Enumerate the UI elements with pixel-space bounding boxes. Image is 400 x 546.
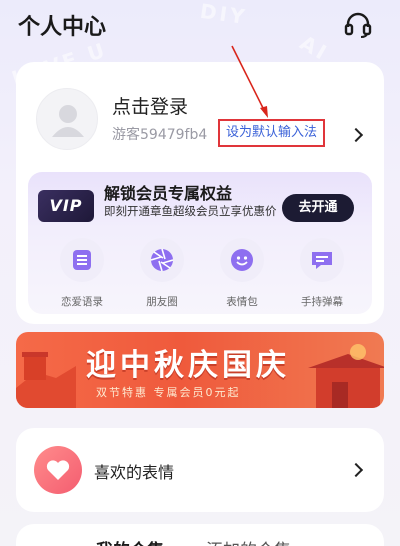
- login-link[interactable]: 点击登录: [112, 92, 188, 119]
- page-title: 个人中心: [18, 15, 107, 40]
- tab-my-collections[interactable]: 我的合集: [96, 536, 164, 546]
- heart-icon: [46, 460, 70, 480]
- guest-id: 游客59479fb4: [112, 127, 208, 143]
- feature-label: 手持弹幕: [301, 296, 343, 308]
- banner-subtitle: 双节特惠 专属会员0元起: [96, 386, 241, 399]
- set-default-ime-button[interactable]: 设为默认输入法: [218, 119, 326, 147]
- favorite-stickers-label: 喜欢的表情: [94, 463, 175, 482]
- smiley-icon: [231, 249, 253, 271]
- avatar[interactable]: [36, 88, 98, 150]
- vip-panel: VIP 解锁会员专属权益 即刻开通章鱼超级会员立享优惠价 去开通 恋爱语录 朋友…: [28, 172, 372, 314]
- feature-stickers[interactable]: 表情包: [212, 238, 272, 309]
- vip-badge: VIP: [38, 190, 94, 222]
- header: 个人中心: [0, 0, 400, 52]
- login-card: 点击登录 游客59479fb4 设为默认输入法 VIP 解锁会员专属权益 即刻开…: [16, 62, 384, 324]
- chevron-right-icon[interactable]: [348, 462, 364, 478]
- festival-banner[interactable]: 迎中秋庆国庆 双节特惠 专属会员0元起: [16, 332, 384, 408]
- text-list-icon: [73, 250, 91, 270]
- avatar-icon: [52, 105, 84, 137]
- feature-label: 表情包: [226, 296, 258, 308]
- chevron-right-icon[interactable]: [348, 127, 364, 143]
- headset-icon[interactable]: [344, 12, 372, 38]
- tab-added-collections[interactable]: 添加的合集: [206, 536, 291, 546]
- vip-title: 解锁会员专属权益: [104, 184, 233, 203]
- favorite-stickers-item[interactable]: 喜欢的表情: [16, 428, 384, 512]
- collection-tabs: 我的合集 添加的合集: [16, 524, 384, 546]
- feature-label: 恋爱语录: [61, 296, 103, 308]
- vip-description: 即刻开通章鱼超级会员立享优惠价: [104, 204, 277, 218]
- feature-love-quotes[interactable]: 恋爱语录: [52, 238, 112, 309]
- feature-moments[interactable]: 朋友圈: [132, 238, 192, 309]
- open-vip-button[interactable]: 去开通: [282, 194, 354, 222]
- feature-label: 朋友圈: [146, 296, 178, 308]
- feature-handheld-barrage[interactable]: 手持弹幕: [292, 238, 352, 309]
- message-icon: [312, 252, 332, 269]
- banner-title: 迎中秋庆国庆: [86, 348, 290, 383]
- aperture-icon: [150, 248, 174, 272]
